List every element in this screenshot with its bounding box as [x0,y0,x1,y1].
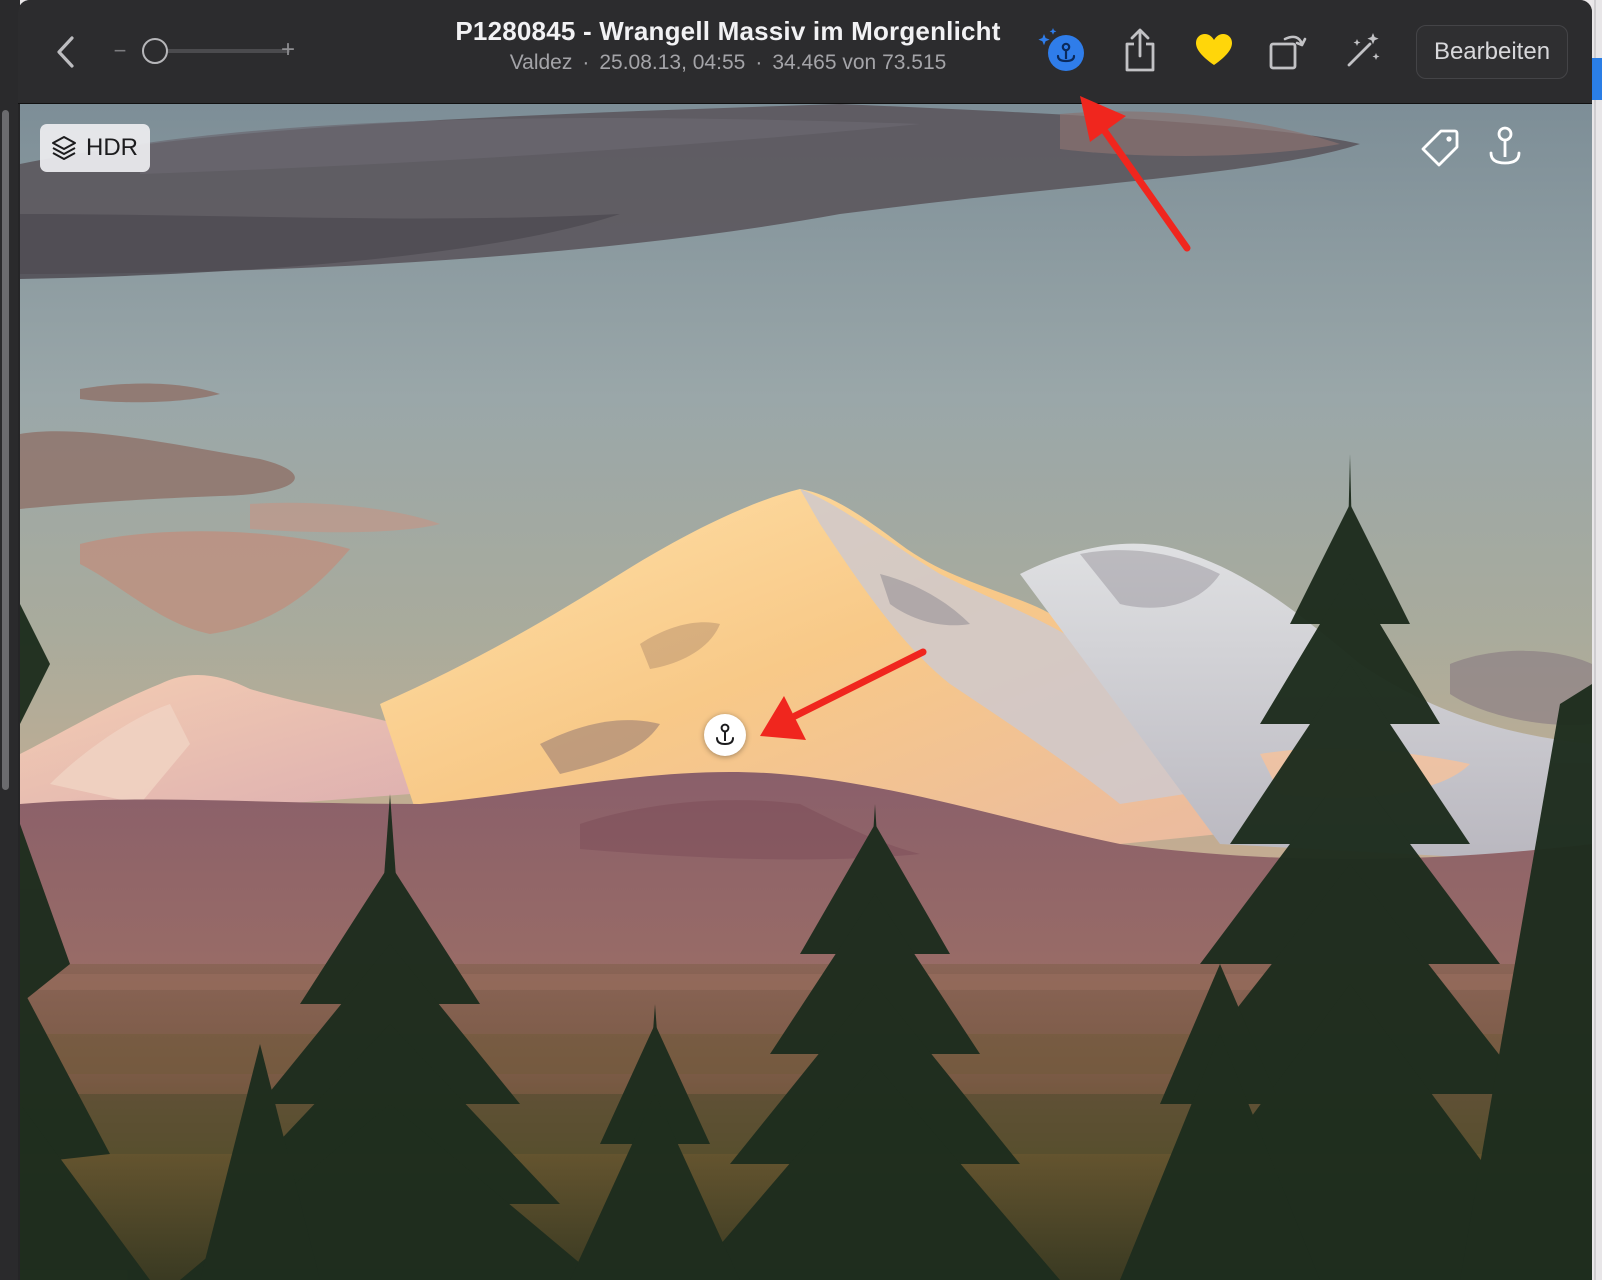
keywords-button[interactable] [1418,124,1464,170]
hdr-badge[interactable]: HDR [40,124,150,172]
toolbar: − + P1280845 - Wrangell Massiv im Morgen… [18,0,1592,104]
visual-lookup-pin-icon [716,723,734,746]
auto-enhance-button[interactable] [1340,26,1386,76]
separator-dot: · [582,51,590,74]
photo-viewer-window: − + P1280845 - Wrangell Massiv im Morgen… [18,0,1592,1280]
share-button[interactable] [1120,24,1160,76]
photo-title: P1280845 - Wrangell Massiv im Morgenlich… [455,16,1001,46]
window-edge [1594,0,1596,1280]
visual-lookup-pin-icon [1489,126,1521,165]
hdr-label: HDR [86,134,138,161]
back-button[interactable] [46,30,86,74]
separator-dot: · [755,51,763,74]
photo-location: Valdez [509,51,573,74]
favorite-button[interactable] [1190,26,1238,74]
heart-icon [1196,34,1232,65]
photo-datetime: 25.08.13, 04:55 [599,51,746,74]
background-window-accent [1592,58,1602,100]
title-block: P1280845 - Wrangell Massiv im Morgenlich… [378,16,1078,75]
scrollbar-thumb[interactable] [2,110,9,790]
background-window-left [0,0,20,1280]
visual-lookup-info-button[interactable] [1482,122,1528,172]
magic-wand-icon [1347,33,1380,67]
zoom-out-button[interactable]: − [110,36,130,66]
landscape-photo [20,104,1592,1280]
visual-lookup-icon [1038,28,1084,71]
rotate-icon [1269,35,1307,70]
edit-button[interactable]: Bearbeiten [1416,25,1568,79]
zoom-in-button[interactable]: + [276,34,300,66]
visual-lookup-button[interactable] [1038,26,1090,76]
layers-icon [52,136,76,160]
photo-subtitle: Valdez · 25.08.13, 04:55 · 34.465 von 73.515 [378,51,1078,75]
visual-lookup-subject-marker[interactable] [704,714,746,756]
photo-viewport[interactable]: HDR [20,104,1592,1280]
tag-icon [1421,129,1459,167]
share-icon [1125,28,1155,72]
photo-position: 34.465 von 73.515 [772,51,947,74]
zoom-slider-thumb[interactable] [142,38,168,64]
app-screen: − + P1280845 - Wrangell Massiv im Morgen… [0,0,1602,1280]
chevron-left-icon [57,36,74,68]
background-window-right [1592,0,1602,1280]
rotate-button[interactable] [1265,24,1311,76]
